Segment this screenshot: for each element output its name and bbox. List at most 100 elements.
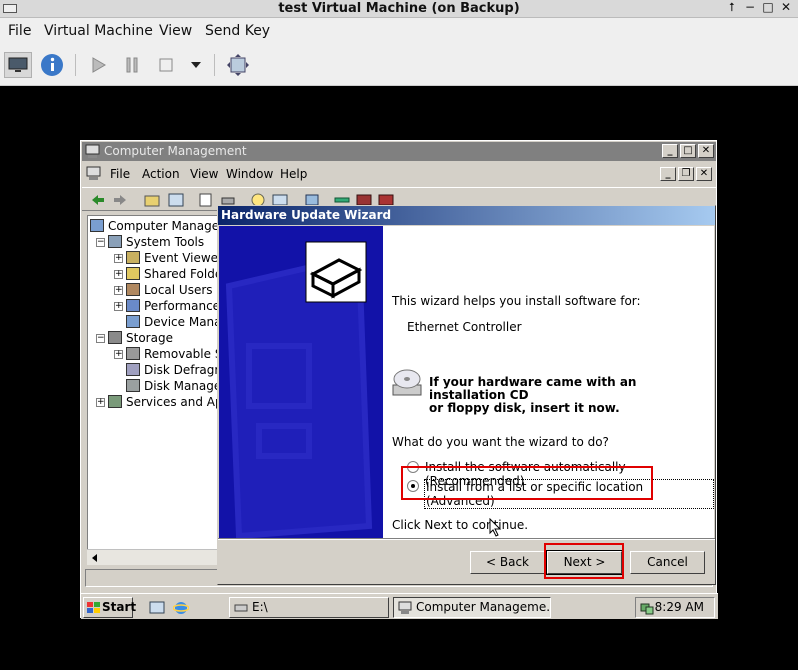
tree-horizontal-scrollbar[interactable] bbox=[87, 549, 219, 565]
tree-node[interactable]: System Tools bbox=[108, 234, 204, 250]
tree-node-icon bbox=[126, 315, 140, 328]
arrow-up-icon[interactable]: ⭡ bbox=[724, 0, 740, 15]
cm-close-button[interactable]: ✕ bbox=[698, 144, 714, 158]
pause-icon[interactable] bbox=[118, 52, 146, 78]
tree-node[interactable]: Disk Managem bbox=[126, 378, 218, 394]
windows-logo-icon bbox=[87, 602, 100, 613]
system-tray: 8:29 AM bbox=[635, 597, 715, 618]
back-arrow-icon[interactable] bbox=[90, 193, 106, 207]
wizard-intro: This wizard helps you install software f… bbox=[392, 294, 641, 308]
tree-node-label: Shared Folder bbox=[144, 267, 219, 281]
cm-menu-action[interactable]: Action bbox=[142, 167, 180, 181]
forward-arrow-icon[interactable] bbox=[112, 193, 128, 207]
cm-menu-file[interactable]: File bbox=[110, 167, 130, 181]
show-hide-tree-icon[interactable] bbox=[168, 193, 184, 207]
back-button[interactable]: < Back bbox=[470, 551, 545, 574]
tree-expander[interactable]: − bbox=[96, 238, 105, 247]
tree-expander[interactable]: + bbox=[114, 254, 123, 263]
cm-menu-bar: File Action View Window Help _ ❐ ✕ bbox=[82, 164, 716, 184]
host-menu-bar: File Virtual Machine View Send Key bbox=[0, 18, 798, 44]
scroll-left-icon[interactable] bbox=[89, 551, 101, 565]
guest-taskbar: Start E:\ Computer Manageme... 8:29 AM bbox=[81, 593, 718, 619]
tree-expander[interactable]: + bbox=[114, 270, 123, 279]
tree-node[interactable]: Local Users ar bbox=[126, 282, 218, 298]
clock: 8:29 AM bbox=[654, 600, 704, 614]
tree-node-label: Event Viewer bbox=[144, 251, 219, 265]
up-folder-icon[interactable] bbox=[144, 193, 160, 207]
tree-node[interactable]: Storage bbox=[108, 330, 173, 346]
tree-node-label: Computer Managemer bbox=[108, 219, 219, 233]
minimize-icon[interactable]: − bbox=[742, 0, 758, 14]
cd-prompt: If your hardware came with an installati… bbox=[429, 376, 714, 415]
play-icon[interactable] bbox=[84, 52, 112, 78]
tree-node[interactable]: Event Viewer bbox=[126, 250, 219, 266]
cd-prompt-line1: If your hardware came with an installati… bbox=[429, 375, 637, 402]
fit-window-icon[interactable] bbox=[224, 52, 252, 78]
tree-node[interactable]: Services and Appli bbox=[108, 394, 218, 410]
task-drive-e[interactable]: E:\ bbox=[229, 597, 389, 618]
network-icon[interactable] bbox=[640, 601, 654, 615]
wizard-side-panel bbox=[219, 226, 383, 538]
tree-node-icon bbox=[126, 299, 140, 312]
maximize-icon[interactable]: □ bbox=[760, 0, 776, 14]
close-icon[interactable]: ✕ bbox=[778, 0, 794, 14]
properties-icon[interactable] bbox=[198, 193, 214, 207]
hardware-update-wizard: Hardware Update Wizard This wizard helps… bbox=[217, 205, 716, 585]
tree-node-label: Device Manag bbox=[144, 315, 218, 329]
tree-expander[interactable]: − bbox=[96, 334, 105, 343]
cm-maximize-button[interactable]: □ bbox=[680, 144, 696, 158]
wizard-title: Hardware Update Wizard bbox=[221, 208, 392, 222]
cm-menu-help[interactable]: Help bbox=[280, 167, 307, 181]
tree-node[interactable]: Device Manag bbox=[126, 314, 218, 330]
tree-expander[interactable]: + bbox=[114, 286, 123, 295]
tree-node-icon bbox=[126, 363, 140, 376]
tree-node-label: Disk Defragme bbox=[144, 363, 218, 377]
start-label: Start bbox=[102, 600, 137, 614]
menu-send-key[interactable]: Send Key bbox=[205, 23, 270, 39]
dropdown-icon[interactable] bbox=[182, 52, 210, 78]
tree-node[interactable]: Disk Defragme bbox=[126, 362, 218, 378]
cm-child-minimize-button[interactable]: _ bbox=[660, 167, 676, 181]
task-computer-management[interactable]: Computer Manageme... bbox=[393, 597, 551, 618]
monitor-icon[interactable] bbox=[4, 52, 32, 78]
cm-child-restore-button[interactable]: ❐ bbox=[678, 167, 694, 181]
task-label: Computer Manageme... bbox=[416, 600, 551, 614]
task-label: E:\ bbox=[252, 600, 268, 614]
show-desktop-icon[interactable] bbox=[149, 600, 165, 616]
tree-node[interactable]: Shared Folder bbox=[126, 266, 219, 282]
info-icon[interactable] bbox=[38, 52, 66, 78]
start-button[interactable]: Start bbox=[83, 597, 137, 618]
tree-node[interactable]: Removable St bbox=[126, 346, 218, 362]
tree-node-label: Performance L bbox=[144, 299, 219, 313]
internet-explorer-icon[interactable] bbox=[173, 600, 189, 616]
wizard-watermark-image bbox=[219, 226, 383, 538]
menu-file[interactable]: File bbox=[8, 23, 31, 39]
stop-icon[interactable] bbox=[152, 52, 180, 78]
tree-expander[interactable]: + bbox=[96, 398, 105, 407]
cm-minimize-button[interactable]: _ bbox=[662, 144, 678, 158]
cm-menu-window[interactable]: Window bbox=[226, 167, 273, 181]
cancel-button[interactable]: Cancel bbox=[630, 551, 705, 574]
tree-expander[interactable]: + bbox=[114, 350, 123, 359]
wizard-title-bar: Hardware Update Wizard bbox=[218, 206, 715, 225]
cd-prompt-line2: or floppy disk, insert it now. bbox=[429, 401, 620, 415]
menu-view[interactable]: View bbox=[159, 23, 192, 39]
cm-window-title: Computer Management bbox=[104, 144, 247, 158]
cm-child-close-button[interactable]: ✕ bbox=[696, 167, 712, 181]
tree-node-label: Storage bbox=[126, 331, 173, 345]
computer-icon bbox=[398, 601, 412, 614]
tree-node-icon bbox=[126, 267, 140, 280]
device-name: Ethernet Controller bbox=[407, 320, 522, 334]
tree-node[interactable]: Computer Managemer bbox=[90, 218, 219, 234]
console-tree: Computer Managemer−System Tools+Event Vi… bbox=[87, 215, 219, 565]
drive-icon bbox=[234, 604, 248, 612]
computer-icon bbox=[85, 144, 100, 158]
tree-expander[interactable]: + bbox=[114, 302, 123, 311]
cm-menu-view[interactable]: View bbox=[190, 167, 218, 181]
menu-virtual-machine[interactable]: Virtual Machine bbox=[44, 23, 153, 39]
cm-title-bar: Computer Management _ □ ✕ bbox=[82, 142, 716, 161]
highlight-next-button bbox=[544, 543, 624, 579]
tree-node[interactable]: Performance L bbox=[126, 298, 219, 314]
tree-node-label: Local Users ar bbox=[144, 283, 218, 297]
tree-node-icon bbox=[90, 219, 104, 232]
